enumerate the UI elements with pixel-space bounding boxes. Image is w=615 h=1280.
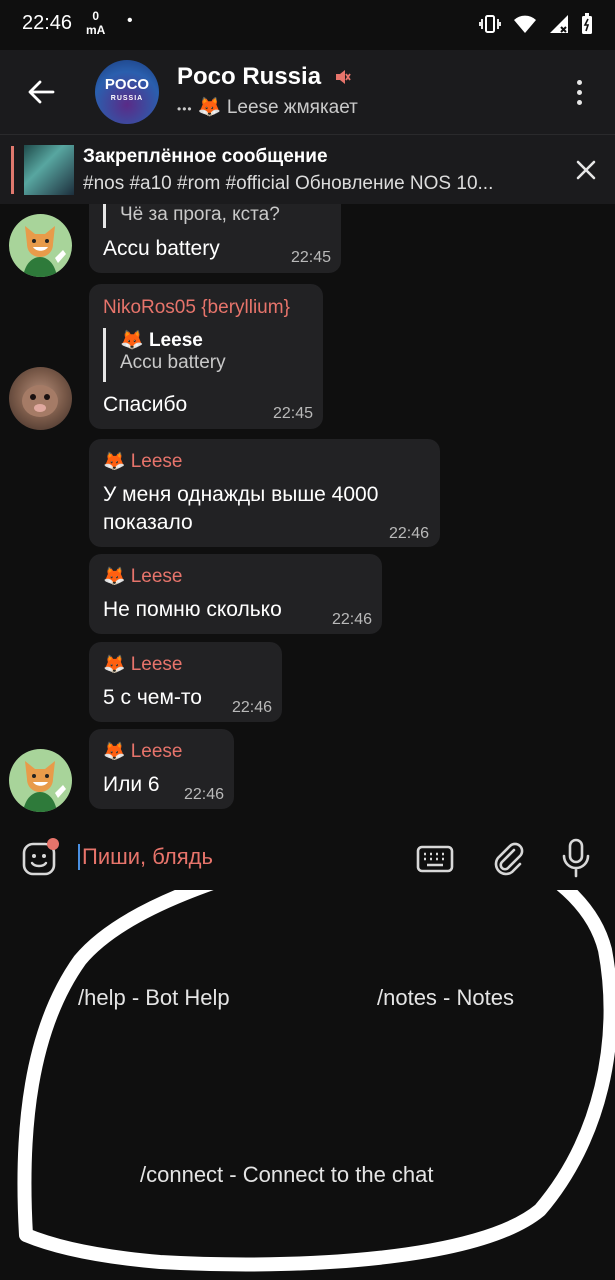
mute-icon <box>336 70 351 84</box>
fox-emoji-icon: 🦊 <box>103 654 126 674</box>
wifi-icon <box>514 15 536 33</box>
message-bubble[interactable]: 🦊 Leese 5 с чем-то 22:46 <box>89 642 282 722</box>
reply-text: Чё за прога, кста? <box>120 204 280 225</box>
chat-avatar[interactable]: POCO RUSSIA <box>95 60 159 124</box>
message-text: Или 6 <box>103 773 160 796</box>
current-value: 0 <box>92 9 100 23</box>
keyboard-icon[interactable] <box>416 842 454 876</box>
fox-emoji-icon: 🦊 <box>120 330 144 351</box>
message-text: Не помню сколько <box>103 598 282 621</box>
signal-icon <box>550 15 568 33</box>
fox-emoji-icon: 🦊 <box>103 566 126 586</box>
message-text: У меня однажды выше 4000 показало <box>103 481 378 537</box>
command-notes[interactable]: /notes - Notes <box>377 985 514 1011</box>
status-icons <box>479 13 593 35</box>
fox-emoji-icon: 🦊 <box>197 97 222 118</box>
arrow-left-icon <box>28 80 55 104</box>
message-text: Спасибо <box>103 393 188 416</box>
pinned-title: Закреплённое сообщение <box>83 146 328 167</box>
rat-avatar-icon <box>22 385 58 417</box>
fox-emoji-icon: 🦊 <box>103 741 126 761</box>
message-time: 22:46 <box>388 525 429 542</box>
paperclip-icon[interactable] <box>490 840 526 876</box>
message-time: 22:45 <box>272 405 313 422</box>
avatar-logo-text: POCO <box>104 76 150 93</box>
close-icon[interactable] <box>573 157 599 183</box>
reply-sender: 🦊 Leese <box>120 328 226 352</box>
message-time: 22:46 <box>331 611 372 628</box>
sender-name[interactable]: 🦊 Leese <box>103 741 182 763</box>
command-help[interactable]: /help - Bot Help <box>78 985 230 1011</box>
typing-dots: ••• <box>177 102 193 116</box>
message-line: У меня однажды выше 4000 <box>103 483 379 506</box>
current-unit: mA <box>86 23 106 37</box>
message-time: 22:46 <box>231 699 272 716</box>
fox-avatar-icon <box>23 761 66 812</box>
hand-drawn-circle <box>17 890 615 1272</box>
pinned-thumbnail <box>24 145 74 195</box>
sender-name-text: Leese <box>130 654 183 675</box>
reply-text: Accu battery <box>120 352 226 373</box>
message-bubble[interactable]: 🦊 Leese У меня однажды выше 4000 показал… <box>89 439 440 547</box>
typing-status: ••• 🦊 Leese жмякает <box>177 95 358 119</box>
sender-name[interactable]: NikoRos05 {beryllium} <box>103 297 290 319</box>
reply-quote[interactable]: Чё за прога, кста? <box>103 204 280 228</box>
sender-name[interactable]: 🦊 Leese <box>103 566 182 588</box>
back-button[interactable] <box>22 74 60 110</box>
bot-commands-panel: /help - Bot Help /notes - Notes /connect… <box>0 890 615 1280</box>
typing-text: Leese жмякает <box>226 97 358 118</box>
message-time: 22:45 <box>290 249 331 266</box>
pinned-message[interactable]: Закреплённое сообщение #nos #a10 #rom #o… <box>0 134 615 204</box>
avatar-logo: POCO RUSSIA <box>95 76 159 106</box>
sender-name-text: Leese <box>130 741 183 762</box>
more-options-button[interactable] <box>567 74 591 110</box>
fox-avatar-icon <box>23 226 66 277</box>
message-input[interactable]: Пиши, блядь <box>78 844 213 870</box>
reply-quote[interactable]: 🦊 Leese Accu battery <box>103 328 226 382</box>
reply-sender-name: Leese <box>148 330 203 351</box>
avatar[interactable] <box>9 214 72 277</box>
fox-emoji-icon: 🦊 <box>103 451 126 471</box>
avatar-logo-sub: RUSSIA <box>110 95 144 102</box>
message-list[interactable]: Чё за прога, кста? Accu battery 22:45 Ni… <box>0 204 615 826</box>
command-connect[interactable]: /connect - Connect to the chat <box>140 1162 434 1188</box>
sender-name-text: Leese <box>130 451 183 472</box>
message-bubble[interactable]: NikoRos05 {beryllium} 🦊 Leese Accu batte… <box>89 284 323 429</box>
message-text: 5 с чем-то <box>103 686 202 709</box>
message-time: 22:46 <box>183 786 224 803</box>
sender-name[interactable]: 🦊 Leese <box>103 654 182 676</box>
message-bubble[interactable]: 🦊 Leese Или 6 22:46 <box>89 729 234 809</box>
status-time: 22:46 <box>22 12 73 34</box>
notification-dot: • <box>127 12 133 29</box>
pinned-text: #nos #a10 #rom #official Обновление NOS … <box>83 173 494 194</box>
avatar[interactable] <box>9 367 72 430</box>
notification-badge <box>47 838 59 850</box>
vibrate-icon <box>479 15 501 33</box>
sender-name-text: Leese <box>130 566 183 587</box>
avatar[interactable] <box>9 749 72 812</box>
chat-title[interactable]: Poco Russia <box>177 63 321 91</box>
chat-header: POCO RUSSIA Poco Russia ••• 🦊 Leese жмяк… <box>0 50 615 134</box>
battery-icon <box>582 13 592 34</box>
message-bubble[interactable]: 🦊 Leese Не помню сколько 22:46 <box>89 554 382 634</box>
microphone-icon[interactable] <box>560 838 592 878</box>
message-line: показало <box>103 511 193 534</box>
pinned-indicator <box>11 146 14 194</box>
current-indicator: 0 mA <box>86 9 105 37</box>
message-text: Accu battery <box>103 237 220 260</box>
sender-name[interactable]: 🦊 Leese <box>103 451 182 473</box>
status-bar: 22:46 0 mA • <box>0 0 615 50</box>
message-input-bar: Пиши, блядь <box>0 826 615 890</box>
message-bubble[interactable]: Чё за прога, кста? Accu battery 22:45 <box>89 204 341 273</box>
